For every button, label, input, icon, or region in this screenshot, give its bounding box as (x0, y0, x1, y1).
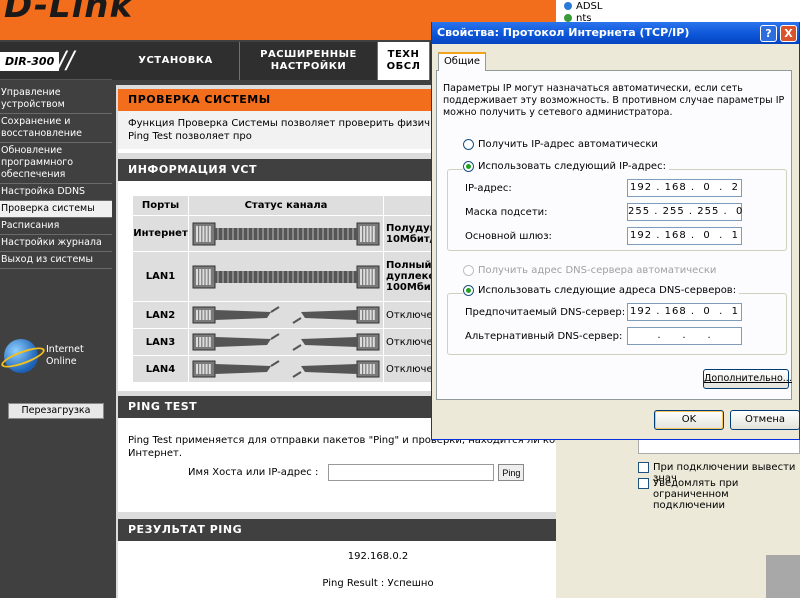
ping-host-label: Имя Хоста или IP-адрес : (188, 467, 319, 478)
tab-setup[interactable]: УСТАНОВКА (112, 42, 240, 80)
default-gateway-field[interactable]: 192 . 168 . 0 . 1 (627, 227, 742, 245)
sidebar-item-logout[interactable]: Выход из системы (0, 252, 112, 269)
radio-icon (463, 161, 474, 172)
port-name: Интернет (132, 215, 189, 252)
checkbox-icon (638, 462, 649, 473)
sidebar-item-log-settings[interactable]: Настройки журнала (0, 235, 112, 252)
table-row: LAN4 Отключе (132, 355, 444, 383)
radio-icon (463, 265, 474, 276)
internet-status: Internet Online (4, 339, 84, 373)
table-header-row: Порты Статус канала (132, 195, 444, 216)
ping-form: Имя Хоста или IP-адрес : Ping (188, 464, 525, 481)
alternate-dns-field[interactable]: . . . (627, 327, 742, 345)
alternate-dns-label: Альтернативный DNS-сервер: (465, 331, 623, 342)
advanced-button[interactable]: Дополнительно... (703, 369, 792, 389)
notify-limited-checkbox[interactable]: Уведомлять при ограниченном подключении (638, 478, 800, 511)
subnet-mask-label: Маска подсети: (465, 207, 548, 218)
port-name: LAN2 (132, 301, 189, 329)
sidebar-item-schedules[interactable]: Расписания (0, 218, 112, 235)
subnet-mask-field[interactable]: 255 . 255 . 255 . 0 (627, 203, 742, 221)
ip-address-field[interactable]: 192 . 168 . 0 . 2 (627, 179, 742, 197)
general-tab-page: Параметры IP могут назначаться автоматич… (436, 70, 792, 400)
radio-manual-dns[interactable]: Использовать следующие адреса DNS-сервер… (463, 285, 740, 296)
tcpip-properties-dialog: Свойства: Протокол Интернета (TCP/IP) ? … (431, 22, 800, 440)
close-button[interactable]: X (780, 25, 797, 42)
sidebar-item-firmware-update[interactable]: Обновление программного обеспечения (0, 143, 112, 184)
sidebar-item-ddns[interactable]: Настройка DDNS (0, 184, 112, 201)
tree-item[interactable]: ADSL (564, 0, 800, 12)
table-row: LAN2 Отключе (132, 301, 444, 329)
col-ports: Порты (132, 195, 189, 216)
radio-icon (463, 139, 474, 150)
internet-status-text: Internet Online (46, 344, 84, 367)
globe-icon (4, 339, 38, 373)
table-row: LAN1 Полный дуплекс 100Мбит. (132, 251, 444, 302)
ip-address-label: IP-адрес: (465, 183, 512, 194)
radio-icon (463, 285, 474, 296)
table-row: Интернет Полудуп 10Мбит/с (132, 215, 444, 252)
background-panel (766, 555, 800, 598)
preferred-dns-label: Предпочитаемый DNS-сервер: (465, 307, 626, 318)
radio-manual-ip[interactable]: Использовать следующий IP-адрес: (463, 161, 669, 172)
model-slash-icon: // (58, 46, 75, 74)
dialog-titlebar[interactable]: Свойства: Протокол Интернета (TCP/IP) ? … (432, 22, 799, 44)
help-button[interactable]: ? (760, 25, 777, 42)
table-row: LAN3 Отключе (132, 328, 444, 356)
ping-button[interactable]: Ping (498, 464, 525, 481)
ping-host-input[interactable] (328, 464, 495, 481)
port-name: LAN3 (132, 328, 189, 356)
tab-advanced[interactable]: РАСШИРЕННЫЕ НАСТРОЙКИ (240, 42, 378, 80)
preferred-dns-field[interactable]: 192 . 168 . 0 . 1 (627, 303, 742, 321)
default-gateway-label: Основной шлюз: (465, 231, 552, 242)
tab-general[interactable]: Общие (438, 52, 486, 71)
radio-auto-dns[interactable]: Получить адрес DNS-сервера автоматически (463, 265, 716, 276)
sidebar-item-system-check[interactable]: Проверка системы (0, 201, 112, 218)
col-status: Статус канала (188, 195, 384, 216)
radio-auto-ip[interactable]: Получить IP-адрес автоматически (463, 139, 658, 150)
sidebar: Управление устройством Сохранение и восс… (0, 85, 112, 598)
cable-disconnected-icon (188, 301, 384, 329)
cable-disconnected-icon (188, 328, 384, 356)
sidebar-item-device-management[interactable]: Управление устройством (0, 85, 112, 114)
port-name: LAN4 (132, 355, 189, 383)
model-box: DIR-300 // (0, 42, 112, 80)
cable-connected-icon (188, 251, 384, 302)
network-icon (564, 14, 572, 22)
port-name: LAN1 (132, 251, 189, 302)
cable-disconnected-icon (188, 355, 384, 383)
reboot-button[interactable]: Перезагрузка (8, 403, 104, 419)
dlink-logo: D-Link (4, 0, 134, 26)
dialog-title: Свойства: Протокол Интернета (TCP/IP) (437, 26, 690, 39)
network-icon (564, 2, 572, 10)
model-label: DIR-300 (0, 52, 60, 71)
cancel-button[interactable]: Отмена (730, 410, 800, 430)
checkbox-icon (638, 478, 649, 489)
ok-button[interactable]: OK (654, 410, 724, 430)
cable-connected-icon (188, 215, 384, 252)
dialog-info-text: Параметры IP могут назначаться автоматич… (443, 83, 785, 118)
tab-maintenance[interactable]: ТЕХН ОБСЛ (378, 42, 430, 80)
sidebar-item-save-restore[interactable]: Сохранение и восстановление (0, 114, 112, 143)
connection-tree: ADSL nts (556, 0, 800, 24)
vct-table: Порты Статус канала Интернет Полудуп 10М… (132, 195, 444, 383)
